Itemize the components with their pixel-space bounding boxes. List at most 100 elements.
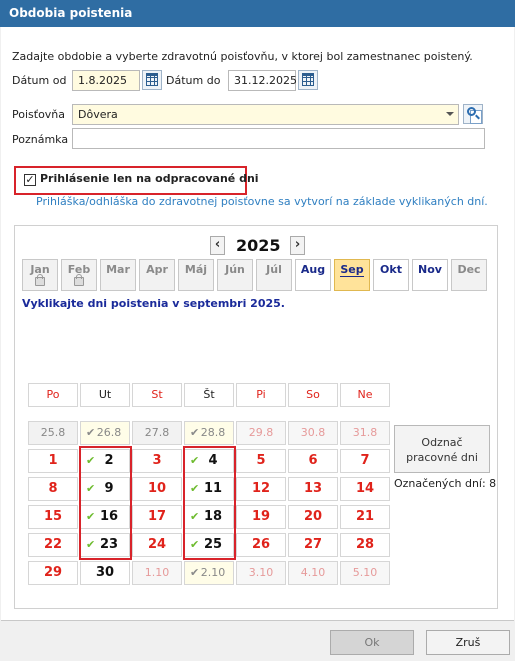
day-cell[interactable]: 14	[340, 477, 390, 501]
weekday-7: Ne	[340, 383, 390, 407]
day-cell[interactable]: 17	[132, 505, 182, 529]
month-label: Nov	[418, 263, 442, 276]
month-label: Apr	[146, 263, 168, 276]
day-cell[interactable]: ✔ 26.8	[80, 421, 130, 445]
day-cell[interactable]: 3.10	[236, 561, 286, 585]
instruction-text: Vyklikajte dni poistenia v septembri 202…	[22, 297, 285, 310]
day-number: 17	[147, 509, 167, 524]
marked-days-count: Označených dní: 8	[394, 477, 497, 490]
date-from-input[interactable]: 1.8.2025	[72, 70, 140, 91]
day-number: 14	[355, 481, 375, 496]
day-cell[interactable]: 19	[236, 505, 286, 529]
chevron-down-icon[interactable]	[446, 112, 454, 116]
day-cell[interactable]: 27.8	[132, 421, 182, 445]
month-label: Aug	[300, 263, 326, 276]
weekday-3: St	[132, 383, 182, 407]
day-cell[interactable]: 30	[80, 561, 130, 585]
date-to-label: Dátum do	[166, 74, 221, 87]
day-cell[interactable]: 12	[236, 477, 286, 501]
day-number: 15	[43, 509, 63, 524]
day-number: 28	[355, 537, 375, 552]
calendar-icon	[146, 73, 158, 86]
day-number: 8	[48, 481, 58, 496]
day-number: 10	[147, 481, 167, 496]
month-tab-1[interactable]: Jan	[22, 259, 58, 291]
day-cell[interactable]: 25.8	[28, 421, 78, 445]
day-cell[interactable]: 1.10	[132, 561, 182, 585]
day-cell[interactable]: 28	[340, 533, 390, 557]
month-label: Júl	[266, 263, 282, 276]
month-tab-7[interactable]: Júl	[256, 259, 292, 291]
chevron-left-icon: ‹	[214, 237, 221, 252]
day-cell[interactable]: 1	[28, 449, 78, 473]
day-cell[interactable]: 24	[132, 533, 182, 557]
next-year-button[interactable]: ›	[290, 236, 305, 255]
day-number: 27	[303, 537, 323, 552]
note-input[interactable]	[72, 128, 485, 149]
registration-checkbox[interactable]: ✓	[24, 174, 36, 186]
date-from-calendar-button[interactable]	[142, 70, 162, 90]
day-cell[interactable]: 3	[132, 449, 182, 473]
day-cell[interactable]: 13	[288, 477, 338, 501]
day-cell[interactable]: ✔ 2.10	[184, 561, 234, 585]
day-cell[interactable]: 5.10	[340, 561, 390, 585]
day-number: 13	[303, 481, 323, 496]
day-cell[interactable]: 8	[28, 477, 78, 501]
lock-icon	[35, 274, 45, 286]
day-cell[interactable]: ✔ 28.8	[184, 421, 234, 445]
month-tab-11[interactable]: Nov	[412, 259, 448, 291]
day-cell[interactable]: 26	[236, 533, 286, 557]
date-from-label: Dátum od	[12, 74, 67, 87]
day-number: 4.10	[300, 566, 326, 579]
day-number: 29	[43, 565, 63, 580]
window-title: Obdobia poistenia	[0, 0, 515, 27]
day-cell[interactable]: 29.8	[236, 421, 286, 445]
day-cell[interactable]: 4.10	[288, 561, 338, 585]
cancel-button[interactable]: Zruš	[426, 630, 510, 655]
registration-label[interactable]: Prihlásenie len na odpracované dni	[40, 172, 259, 185]
day-number: 3.10	[248, 566, 274, 579]
month-tab-3[interactable]: Mar	[100, 259, 136, 291]
day-cell[interactable]: 21	[340, 505, 390, 529]
month-tab-4[interactable]: Apr	[139, 259, 175, 291]
date-to-calendar-button[interactable]	[298, 70, 318, 90]
day-cell[interactable]: 31.8	[340, 421, 390, 445]
day-number: 19	[251, 509, 271, 524]
year-label: 2025	[236, 236, 281, 255]
month-label: Okt	[380, 263, 402, 276]
day-number: 1	[48, 453, 58, 468]
prev-year-button[interactable]: ‹	[210, 236, 225, 255]
day-cell[interactable]: 5	[236, 449, 286, 473]
day-number: 3	[152, 453, 162, 468]
month-tab-2[interactable]: Feb	[61, 259, 97, 291]
note-label: Poznámka	[12, 133, 69, 146]
day-cell[interactable]: 10	[132, 477, 182, 501]
month-tab-8[interactable]: Aug	[295, 259, 331, 291]
month-tab-5[interactable]: Máj	[178, 259, 214, 291]
date-to-input[interactable]: 31.12.2025	[228, 70, 297, 91]
day-cell[interactable]: 22	[28, 533, 78, 557]
day-cell[interactable]: 6	[288, 449, 338, 473]
weekday-5: Pi	[236, 383, 286, 407]
month-tab-10[interactable]: Okt	[373, 259, 409, 291]
insurer-value: Dôvera	[78, 108, 118, 121]
month-label: Máj	[184, 263, 208, 276]
insurer-combobox[interactable]: Dôvera	[72, 104, 459, 125]
month-tab-12[interactable]: Dec	[451, 259, 487, 291]
month-label: Jún	[225, 263, 245, 276]
month-tab-6[interactable]: Jún	[217, 259, 253, 291]
day-cell[interactable]: 20	[288, 505, 338, 529]
day-cell[interactable]: 30.8	[288, 421, 338, 445]
ok-button[interactable]: Ok	[330, 630, 414, 655]
day-cell[interactable]: 7	[340, 449, 390, 473]
month-tab-9[interactable]: Sep	[334, 259, 370, 291]
day-cell[interactable]: 27	[288, 533, 338, 557]
insurer-lookup-button[interactable]	[463, 104, 483, 124]
weekday-2: Ut	[80, 383, 130, 407]
mark-workdays-button[interactable]: Odznač pracovné dni	[394, 425, 490, 473]
day-number: 1.10	[144, 566, 170, 579]
day-number: 30	[95, 565, 115, 580]
day-cell[interactable]: 15	[28, 505, 78, 529]
lock-icon	[74, 274, 84, 286]
day-cell[interactable]: 29	[28, 561, 78, 585]
